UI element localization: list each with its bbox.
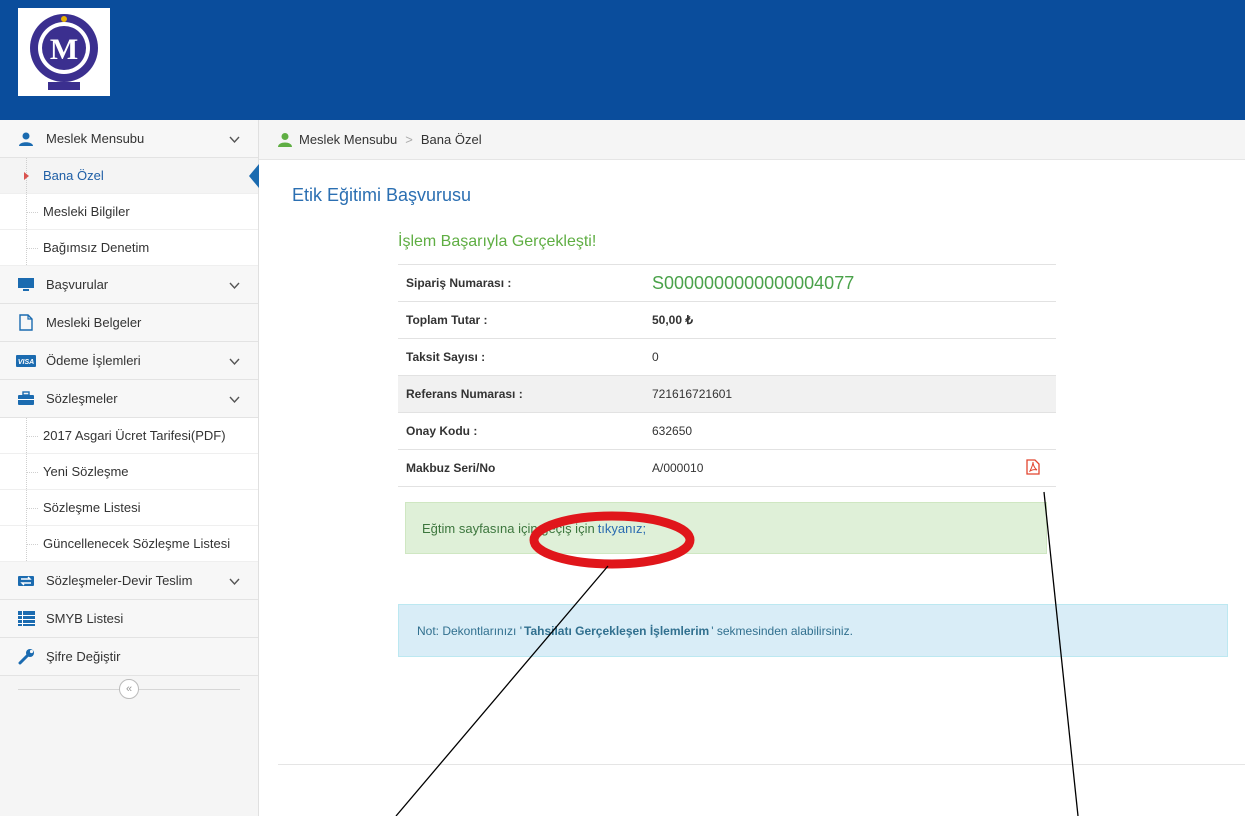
reference-number-value: 721616721601: [644, 375, 995, 413]
sidebar-item-label: Ödeme İşlemleri: [46, 353, 141, 368]
visa-card-icon: VISA: [16, 351, 36, 371]
monitor-icon: [16, 275, 36, 295]
active-arrow-icon: [24, 172, 29, 180]
table-row: Makbuz Seri/No A/000010: [398, 449, 1056, 487]
sidebar-item-yeni-sozlesme[interactable]: Yeni Sözleşme: [0, 454, 258, 490]
installment-count-value: 0: [644, 338, 995, 376]
svg-text:M: M: [50, 33, 78, 66]
sidebar-item-label: Sözleşmeler-Devir Teslim: [46, 573, 193, 588]
sidebar-item-sifre-degistir[interactable]: Şifre Değiştir: [0, 638, 258, 676]
sidebar-item-bana-ozel[interactable]: Bana Özel: [0, 158, 259, 194]
note-link-text: Tahsilatı Gerçekleşen İşlemlerim: [524, 623, 710, 638]
receipt-serial-value: A/000010: [644, 449, 995, 487]
sidebar-item-basvurular[interactable]: Başvurular: [0, 266, 258, 304]
sidebar-item-meslek-mensubu[interactable]: Meslek Mensubu: [0, 120, 258, 158]
user-icon: [277, 132, 293, 147]
table-row: Referans Numarası : 721616721601: [398, 375, 1056, 413]
sidebar-item-guncellenecek-sozlesme-listesi[interactable]: Güncellenecek Sözleşme Listesi: [0, 526, 258, 562]
table-row: Taksit Sayısı : 0: [398, 338, 1056, 376]
chevron-down-icon: [229, 392, 240, 407]
sidebar-item-label: Bana Özel: [43, 168, 104, 183]
sidebar-item-label: Yeni Sözleşme: [43, 464, 129, 479]
user-icon: [16, 129, 36, 149]
table-row: Sipariş Numarası : S0000000000000004077: [398, 264, 1056, 302]
top-header-bar: M: [0, 0, 1245, 120]
training-page-link[interactable]: tıkyanız;: [598, 521, 646, 536]
sidebar-item-mesleki-belgeler[interactable]: Mesleki Belgeler: [0, 304, 258, 342]
table-row: Toplam Tutar : 50,00 ₺: [398, 301, 1056, 339]
sidebar-item-label: Sözleşmeler: [46, 391, 118, 406]
breadcrumb: Meslek Mensubu > Bana Özel: [259, 120, 1245, 160]
svg-text:VISA: VISA: [18, 359, 34, 366]
sidebar-item-sozlesmeler[interactable]: Sözleşmeler: [0, 380, 258, 418]
total-amount-value: 50,00 ₺: [644, 301, 995, 339]
order-number-label: Sipariş Numarası :: [398, 264, 644, 302]
briefcase-icon: [16, 389, 36, 409]
sidebar-item-label: Sözleşme Listesi: [43, 500, 141, 515]
wrench-icon: [16, 647, 36, 667]
note-suffix: ' sekmesinden alabilirsiniz.: [711, 623, 853, 638]
exchange-icon: [16, 571, 36, 591]
active-indicator: [249, 164, 259, 188]
total-amount-label: Toplam Tutar :: [398, 301, 644, 339]
sidebar-item-smyb-listesi[interactable]: SMYB Listesi: [0, 600, 258, 638]
sidebar-item-sozlesmeler-devir-teslim[interactable]: Sözleşmeler-Devir Teslim: [0, 562, 258, 600]
chevron-right-icon: >: [405, 132, 413, 147]
sidebar-item-label: Bağımsız Denetim: [43, 240, 150, 255]
order-details-table: Sipariş Numarası : S0000000000000004077 …: [398, 264, 1056, 487]
chevron-down-icon: [229, 132, 240, 147]
chevron-down-icon: [229, 278, 240, 293]
chevron-down-icon: [229, 354, 240, 369]
sidebar-item-label: Güncellenecek Sözleşme Listesi: [43, 536, 231, 551]
installment-count-label: Taksit Sayısı :: [398, 338, 644, 376]
sidebar-item-odeme-islemleri[interactable]: VISA Ödeme İşlemleri: [0, 342, 258, 380]
approval-code-value: 632650: [644, 412, 995, 450]
sidebar-item-label: Mesleki Bilgiler: [43, 204, 130, 219]
alert-text: Eğtim sayfasına için geçiş için: [422, 520, 595, 536]
sidebar-item-label: Meslek Mensubu: [46, 131, 145, 146]
document-icon: [16, 313, 36, 333]
sidebar-item-sozlesme-listesi[interactable]: Sözleşme Listesi: [0, 490, 258, 526]
sidebar-item-label: SMYB Listesi: [46, 611, 124, 626]
order-number-value: S0000000000000004077: [644, 264, 995, 302]
training-redirect-alert: Eğtim sayfasına için geçiş için tıkyanız…: [405, 502, 1047, 554]
sidebar-item-label: Başvurular: [46, 277, 109, 292]
note-prefix: Not: Dekontlarınızı ': [417, 623, 522, 638]
receipt-info-note: Not: Dekontlarınızı ' Tahsilatı Gerçekle…: [398, 604, 1228, 657]
success-message: İşlem Başarıyla Gerçekleşti!: [398, 233, 597, 250]
footer-divider: [278, 764, 1245, 765]
breadcrumb-current: Bana Özel: [420, 132, 482, 147]
collapse-sidebar-button[interactable]: «: [119, 679, 139, 699]
reference-number-label: Referans Numarası :: [398, 375, 644, 413]
sidebar-collapse-row: «: [0, 676, 258, 702]
page-title: Etik Eğitimi Başvurusu: [292, 185, 472, 205]
sidebar-item-label: Mesleki Belgeler: [46, 315, 142, 330]
sidebar: Meslek Mensubu Bana Özel Mesleki Bilgile…: [0, 120, 259, 816]
list-icon: [16, 609, 36, 629]
breadcrumb-root-link[interactable]: Meslek Mensubu: [299, 132, 397, 147]
sidebar-item-mesleki-bilgiler[interactable]: Mesleki Bilgiler: [0, 194, 258, 230]
table-row: Onay Kodu : 632650: [398, 412, 1056, 450]
sidebar-item-label: Şifre Değiştir: [46, 649, 121, 664]
order-number-text: S0000000000000004077: [652, 272, 855, 293]
receipt-serial-label: Makbuz Seri/No: [398, 449, 644, 487]
organization-logo[interactable]: M: [18, 8, 110, 96]
sidebar-item-label: 2017 Asgari Ücret Tarifesi(PDF): [43, 428, 226, 443]
pdf-icon[interactable]: [1026, 458, 1040, 478]
sidebar-item-bagimsiz-denetim[interactable]: Bağımsız Denetim: [0, 230, 258, 266]
sidebar-item-asgari-ucret-tarifesi[interactable]: 2017 Asgari Ücret Tarifesi(PDF): [0, 418, 258, 454]
chevron-down-icon: [229, 574, 240, 589]
approval-code-label: Onay Kodu :: [398, 412, 644, 450]
logo-emblem-icon: M: [30, 14, 98, 90]
